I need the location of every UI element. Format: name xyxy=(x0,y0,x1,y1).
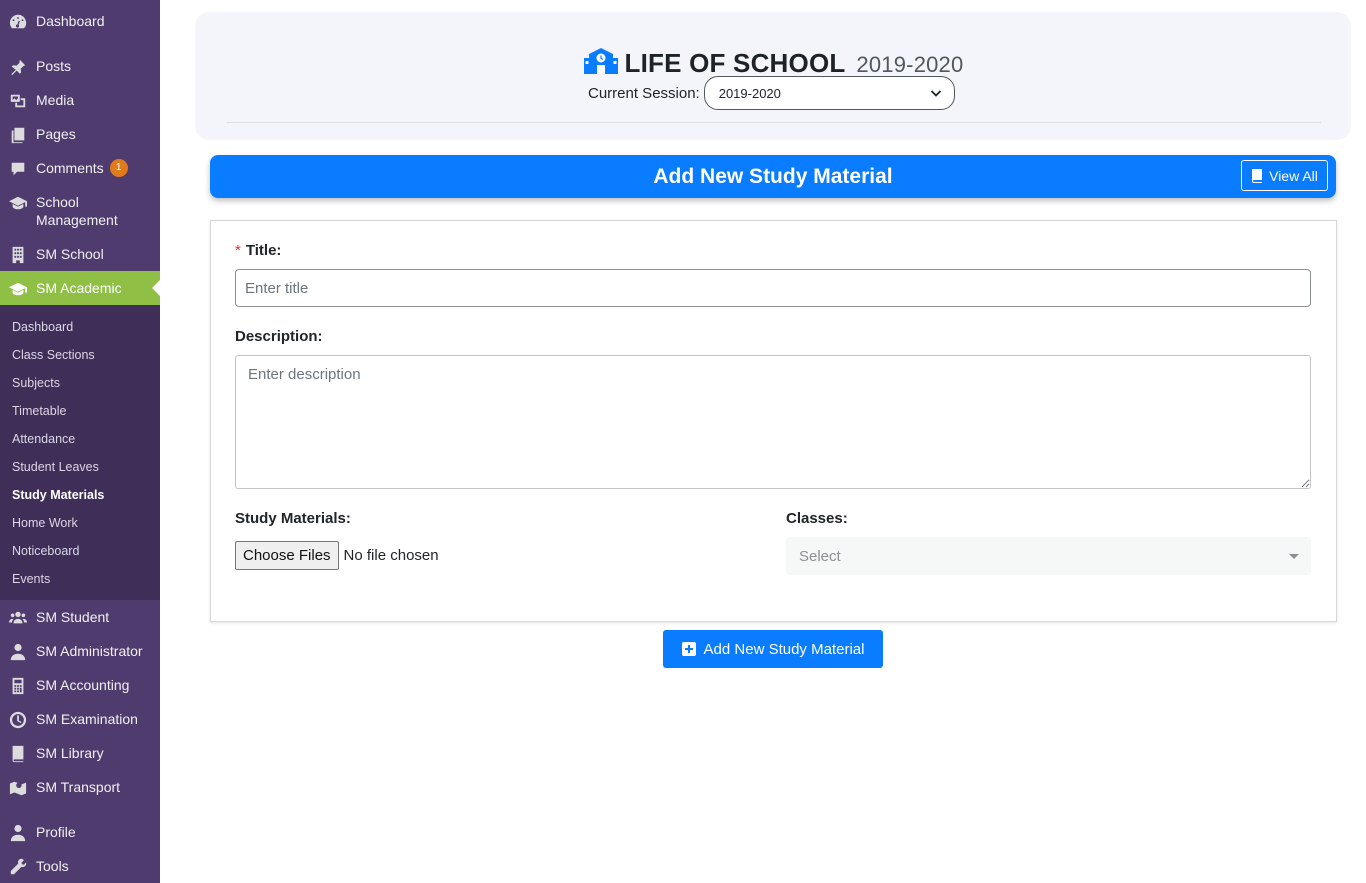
media-icon xyxy=(0,91,36,110)
classes-select[interactable]: Select xyxy=(786,537,1311,575)
submit-label: Add New Study Material xyxy=(703,640,865,658)
calculator-icon xyxy=(0,676,36,695)
section-banner: Add New Study Material View All xyxy=(210,155,1336,198)
title-label-text: Title: xyxy=(245,242,282,259)
header-divider xyxy=(227,122,1321,123)
caret-down-icon xyxy=(1289,553,1299,559)
sidebar-item-label: Dashboard xyxy=(36,13,105,29)
sidebar-item-sm-student[interactable]: SM Student xyxy=(0,608,160,627)
title-input[interactable] xyxy=(235,269,1311,307)
sidebar-item-sm-examination[interactable]: SM Examination xyxy=(0,710,160,729)
session-label: Current Session: xyxy=(588,84,700,102)
submenu-item-dashboard[interactable]: Dashboard xyxy=(12,319,73,335)
sidebar-item-label: SM Examination xyxy=(36,711,138,727)
required-mark: * xyxy=(235,242,241,259)
comment-icon xyxy=(0,159,36,178)
submenu-item-study-materials[interactable]: Study Materials xyxy=(12,487,104,503)
dashboard-icon xyxy=(0,12,36,31)
pages-icon xyxy=(0,125,36,144)
school-header: LIFE OF SCHOOL 2019-2020 Current Session… xyxy=(195,12,1351,140)
sidebar-item-dashboard[interactable]: Dashboard xyxy=(0,12,160,31)
description-label: Description: xyxy=(235,328,323,345)
description-textarea[interactable] xyxy=(235,355,1311,489)
sidebar-item-posts[interactable]: Posts xyxy=(0,57,160,76)
sidebar-item-sm-administrator[interactable]: SM Administrator xyxy=(0,642,160,661)
view-all-label: View All xyxy=(1269,167,1318,184)
submenu-item-student-leaves[interactable]: Student Leaves xyxy=(12,459,99,475)
sidebar-item-label: Profile xyxy=(36,824,76,840)
school-year: 2019-2020 xyxy=(856,52,964,77)
sidebar-item-profile[interactable]: Profile xyxy=(0,823,160,842)
title-label: * Title: xyxy=(235,242,281,259)
sidebar-item-label: Posts xyxy=(36,58,72,74)
choose-files-button[interactable]: Choose Files xyxy=(235,541,339,570)
sidebar-item-label: Pages xyxy=(36,126,76,142)
sidebar-item-label: SM Student xyxy=(36,609,110,625)
map-icon xyxy=(0,778,36,797)
comment-count-badge: 1 xyxy=(109,159,128,177)
sidebar-item-label: Tools xyxy=(36,858,69,874)
classes-label: Classes: xyxy=(786,510,848,527)
sidebar-item-label: School Management xyxy=(36,194,118,228)
sidebar-item-sm-academic[interactable]: SM Academic xyxy=(0,279,160,298)
users-icon xyxy=(0,608,36,627)
sidebar-item-pages[interactable]: Pages xyxy=(0,125,160,144)
classes-select-placeholder: Select xyxy=(799,547,841,565)
user-tie-icon xyxy=(0,642,36,661)
submenu-item-noticeboard[interactable]: Noticeboard xyxy=(12,543,79,559)
file-status: No file chosen xyxy=(343,547,439,564)
study-materials-label: Study Materials: xyxy=(235,510,351,527)
sidebar-item-media[interactable]: Media xyxy=(0,91,160,110)
graduation-cap-icon xyxy=(0,279,36,298)
book-icon xyxy=(0,744,36,763)
pin-icon xyxy=(0,57,36,76)
sidebar-item-sm-school[interactable]: SM School xyxy=(0,245,160,264)
add-study-material-button[interactable]: Add New Study Material xyxy=(663,630,883,668)
sm-academic-submenu: Dashboard Class Sections Subjects Timeta… xyxy=(0,305,160,600)
school-name: LIFE OF SCHOOL xyxy=(624,48,845,78)
building-icon xyxy=(0,245,36,264)
section-title: Add New Study Material xyxy=(653,165,893,188)
user-icon xyxy=(0,823,36,842)
chevron-down-icon xyxy=(930,90,941,97)
graduation-cap-icon xyxy=(0,193,36,212)
sidebar-item-label: SM Accounting xyxy=(36,677,130,693)
sidebar-item-comments[interactable]: Comments 1 xyxy=(0,159,160,178)
sidebar-item-label: SM Library xyxy=(36,745,104,761)
sidebar-item-school-management[interactable]: School Management xyxy=(0,193,160,229)
submenu-item-timetable[interactable]: Timetable xyxy=(12,403,66,419)
session-select-value: 2019-2020 xyxy=(718,85,781,101)
sidebar-item-sm-transport[interactable]: SM Transport xyxy=(0,778,160,797)
clock-icon xyxy=(0,710,36,729)
sidebar-item-label: Media xyxy=(36,92,75,108)
session-row: Current Session: 2019-2020 xyxy=(588,76,955,110)
book-icon xyxy=(1252,168,1263,183)
file-upload: Choose Files No file chosen xyxy=(235,541,439,570)
admin-sidebar: Dashboard Posts Media Pages Comments 1 Sc… xyxy=(0,0,160,883)
session-select[interactable]: 2019-2020 xyxy=(703,76,955,110)
sidebar-item-label: SM Administrator xyxy=(36,643,143,659)
sidebar-item-label: SM Academic xyxy=(36,280,122,296)
sidebar-item-sm-accounting[interactable]: SM Accounting xyxy=(0,676,160,695)
sidebar-item-label: Comments xyxy=(36,160,104,176)
submenu-item-events[interactable]: Events xyxy=(12,571,50,587)
submenu-item-attendance[interactable]: Attendance xyxy=(12,431,75,447)
submenu-item-class-sections[interactable]: Class Sections xyxy=(12,347,95,363)
submenu-item-subjects[interactable]: Subjects xyxy=(12,375,60,391)
plus-square-icon xyxy=(681,642,696,656)
sidebar-item-tools[interactable]: Tools xyxy=(0,857,160,876)
sidebar-item-sm-library[interactable]: SM Library xyxy=(0,744,160,763)
wrench-icon xyxy=(0,857,36,876)
view-all-button[interactable]: View All xyxy=(1241,160,1328,191)
submenu-item-home-work[interactable]: Home Work xyxy=(12,515,78,531)
study-material-form: *Title: Description: Study Materials: Ch… xyxy=(210,220,1337,622)
sidebar-item-label: SM School xyxy=(36,246,104,262)
sidebar-item-label: SM Transport xyxy=(36,779,121,795)
